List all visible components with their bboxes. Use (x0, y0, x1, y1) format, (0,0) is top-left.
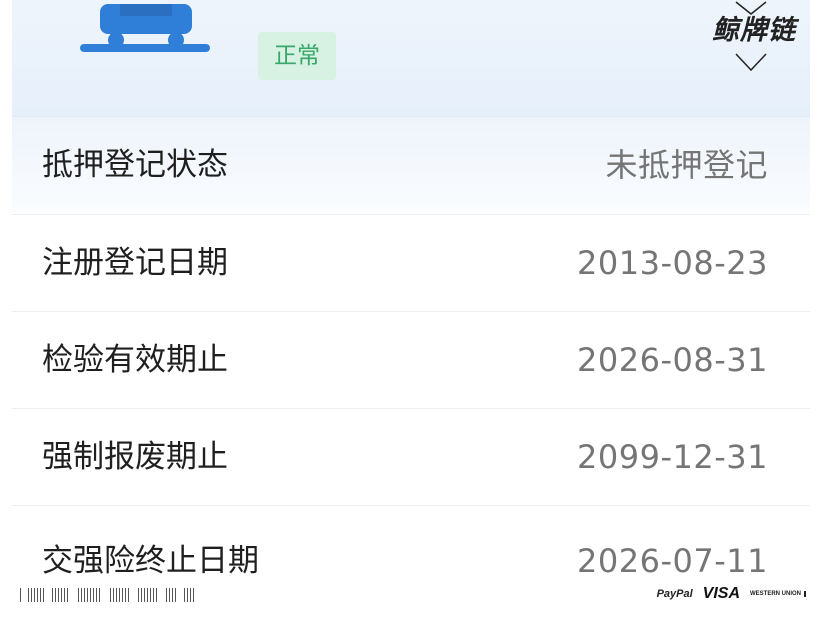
payment-brands: PayPal VISA WESTERN UNION (657, 584, 806, 604)
row-label: 抵押登记状态 (42, 147, 228, 183)
car-icon (80, 4, 210, 52)
info-row-mortgage-status: 抵押登记状态 未抵押登记 (12, 116, 810, 213)
row-value: 2013-08-23 (577, 244, 768, 282)
info-row-registration-date: 注册登记日期 2013-08-23 (12, 214, 810, 311)
watermark-logo: 鲸牌链 (676, 0, 806, 76)
visa-logo: VISA (702, 585, 740, 602)
info-row-mandatory-scrap-date: 强制报废期止 2099-12-31 (12, 408, 810, 505)
info-row-inspection-valid-until: 检验有效期止 2026-08-31 (12, 311, 810, 408)
barcode-icon (20, 588, 194, 602)
paypal-logo: PayPal (656, 588, 693, 600)
row-value: 2026-08-31 (577, 341, 768, 379)
row-value: 未抵押登记 (605, 146, 768, 184)
info-row-insurance-end-date: 交强险终止日期 2026-07-11 (12, 505, 810, 586)
row-label: 强制报废期止 (42, 439, 228, 475)
row-label: 检验有效期止 (42, 342, 228, 378)
western-union-logo: WESTERN UNION (750, 591, 806, 597)
status-badge: 正常 (258, 32, 336, 80)
row-label: 注册登记日期 (42, 245, 228, 281)
watermark-text: 鲸牌链 (712, 15, 796, 46)
row-value: 2099-12-31 (577, 438, 768, 476)
